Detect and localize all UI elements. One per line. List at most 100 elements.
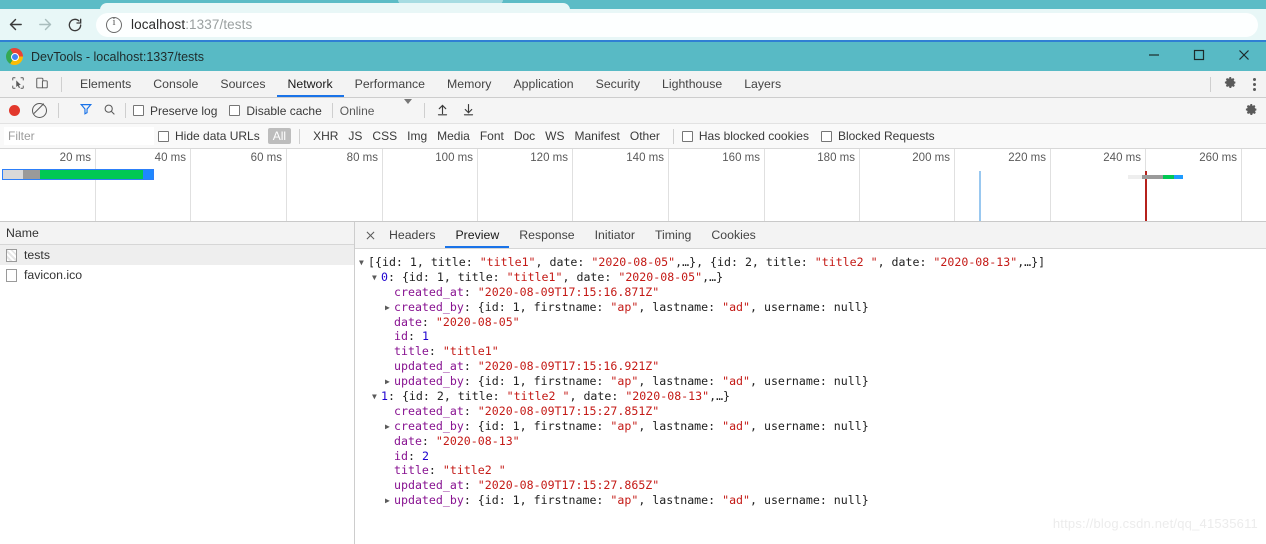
json-token: , lastname: (638, 418, 723, 433)
filter-chip-img[interactable]: Img (402, 128, 432, 144)
json-preview-line: ▶updated_at: "2020-08-09T17:15:16.921Z" (359, 359, 1266, 374)
minimize-button[interactable] (1131, 42, 1176, 71)
json-token: : (463, 359, 478, 374)
json-token: : (421, 314, 436, 329)
filter-chip-media[interactable]: Media (432, 128, 475, 144)
detail-tab-timing[interactable]: Timing (645, 223, 701, 248)
forward-button[interactable] (30, 11, 60, 39)
json-preview-viewer[interactable]: ▼ [{id: 1, title: "title1", date: "2020-0… (355, 249, 1266, 544)
timeline-gridline (286, 149, 287, 221)
throttling-select-value[interactable]: Online (340, 104, 375, 118)
network-split-view: Name tests favicon.ico Headers Preview R… (0, 222, 1266, 544)
json-token: "title1" (442, 344, 499, 359)
request-row-tests[interactable]: tests (0, 245, 354, 265)
export-har-button[interactable] (458, 101, 478, 121)
filter-chip-ws[interactable]: WS (540, 128, 569, 144)
devtools-more-button[interactable] (1242, 72, 1266, 96)
collapsed-triangle-icon[interactable]: ▶ (385, 301, 394, 316)
tab-lighthouse[interactable]: Lighthouse (651, 72, 733, 97)
close-detail-button[interactable] (361, 226, 379, 244)
detail-tab-preview[interactable]: Preview (445, 223, 510, 248)
filter-chip-manifest[interactable]: Manifest (570, 128, 625, 144)
tab-sources[interactable]: Sources (209, 72, 276, 97)
filter-chip-js[interactable]: JS (343, 128, 367, 144)
request-name: tests (24, 248, 50, 262)
inspect-element-button[interactable] (6, 72, 30, 96)
tab-application[interactable]: Application (502, 72, 584, 97)
clear-button[interactable] (32, 103, 47, 118)
timeline-gridline (764, 149, 765, 221)
json-token: "2020-08-05" (591, 255, 676, 269)
tab-performance[interactable]: Performance (344, 72, 436, 97)
url-host: localhost (131, 17, 186, 32)
blocked-requests-checkbox[interactable]: Blocked Requests (820, 129, 935, 143)
import-har-button[interactable] (432, 101, 452, 121)
json-token: "ad" (722, 299, 751, 314)
gear-icon (1224, 76, 1237, 92)
collapsed-triangle-icon[interactable]: ▶ (385, 375, 394, 390)
devtools-settings-button[interactable] (1218, 72, 1242, 96)
maximize-icon (1193, 49, 1205, 64)
json-token: "2020-08-09T17:15:16.871Z" (477, 284, 660, 299)
json-preview-line: ▶title: "title2 " (359, 463, 1266, 478)
request-bar-segments (1128, 175, 1183, 179)
timeline-tick-label: 180 ms (817, 152, 855, 164)
filter-input[interactable] (4, 127, 154, 145)
timeline-tick-label: 40 ms (154, 152, 186, 164)
tab-memory[interactable]: Memory (436, 72, 502, 97)
requests-column-header[interactable]: Name (0, 222, 354, 245)
record-button[interactable] (9, 105, 20, 116)
request-row-favicon[interactable]: favicon.ico (0, 265, 354, 285)
address-bar[interactable]: localhost:1337/tests (96, 12, 1258, 37)
close-button[interactable] (1221, 42, 1266, 71)
detail-tab-cookies[interactable]: Cookies (701, 223, 765, 248)
filter-chip-all[interactable]: All (267, 128, 292, 144)
timeline-tick-label: 160 ms (722, 152, 760, 164)
has-blocked-cookies-checkbox[interactable]: Has blocked cookies (681, 129, 809, 143)
preserve-log-checkbox[interactable]: Preserve log (133, 104, 217, 118)
tab-layers[interactable]: Layers (733, 72, 792, 97)
json-token: : {id: 1, title: (387, 269, 507, 284)
forward-arrow-icon (37, 16, 54, 33)
hide-data-urls-checkbox[interactable]: Hide data URLs (158, 129, 260, 143)
tab-security[interactable]: Security (585, 72, 651, 97)
filter-chip-font[interactable]: Font (475, 128, 509, 144)
request-bar-segment (1128, 175, 1142, 179)
json-token: , lastname: (638, 374, 723, 389)
reload-button[interactable] (60, 11, 90, 39)
device-toolbar-button[interactable] (30, 72, 54, 96)
tab-network[interactable]: Network (276, 72, 344, 97)
tab-console[interactable]: Console (142, 72, 209, 97)
no-triangle-spacer: ▶ (385, 330, 394, 345)
expanded-triangle-icon[interactable]: ▼ (372, 271, 381, 286)
detail-tab-initiator[interactable]: Initiator (585, 223, 645, 248)
filter-chip-other[interactable]: Other (625, 128, 665, 144)
collapsed-triangle-icon[interactable]: ▶ (385, 494, 394, 509)
json-token: title (394, 344, 429, 359)
maximize-button[interactable] (1176, 42, 1221, 71)
json-token: date (394, 433, 422, 448)
json-preview-line: ▶title: "title1" (359, 344, 1266, 359)
json-preview-line: ▶ created_by: {id: 1, firstname: "ap", la… (359, 300, 1266, 315)
chevron-down-icon[interactable] (404, 98, 413, 118)
detail-tab-headers[interactable]: Headers (379, 223, 445, 248)
detail-tab-response[interactable]: Response (509, 223, 584, 248)
network-settings-button[interactable] (1245, 103, 1258, 119)
json-token: , username: null} (750, 374, 869, 389)
search-button[interactable] (103, 103, 116, 119)
back-button[interactable] (0, 11, 30, 39)
json-token: created_by (394, 299, 464, 314)
disable-cache-checkbox[interactable]: Disable cache (229, 104, 322, 118)
expanded-triangle-icon[interactable]: ▼ (372, 390, 381, 405)
tab-elements[interactable]: Elements (69, 72, 142, 97)
collapsed-triangle-icon[interactable]: ▶ (385, 420, 394, 435)
json-token: , username: null} (750, 418, 869, 433)
filter-chip-css[interactable]: CSS (367, 128, 402, 144)
network-timeline-overview[interactable]: 20 ms 40 ms 60 ms 80 ms 100 ms 120 ms 140 ms 16… (0, 149, 1266, 222)
filter-chip-doc[interactable]: Doc (509, 128, 540, 144)
chrome-logo-icon (6, 48, 23, 65)
info-icon[interactable] (106, 16, 122, 33)
expanded-triangle-icon[interactable]: ▼ (359, 256, 368, 271)
filter-toggle-button[interactable] (79, 102, 93, 119)
filter-chip-xhr[interactable]: XHR (308, 128, 343, 144)
